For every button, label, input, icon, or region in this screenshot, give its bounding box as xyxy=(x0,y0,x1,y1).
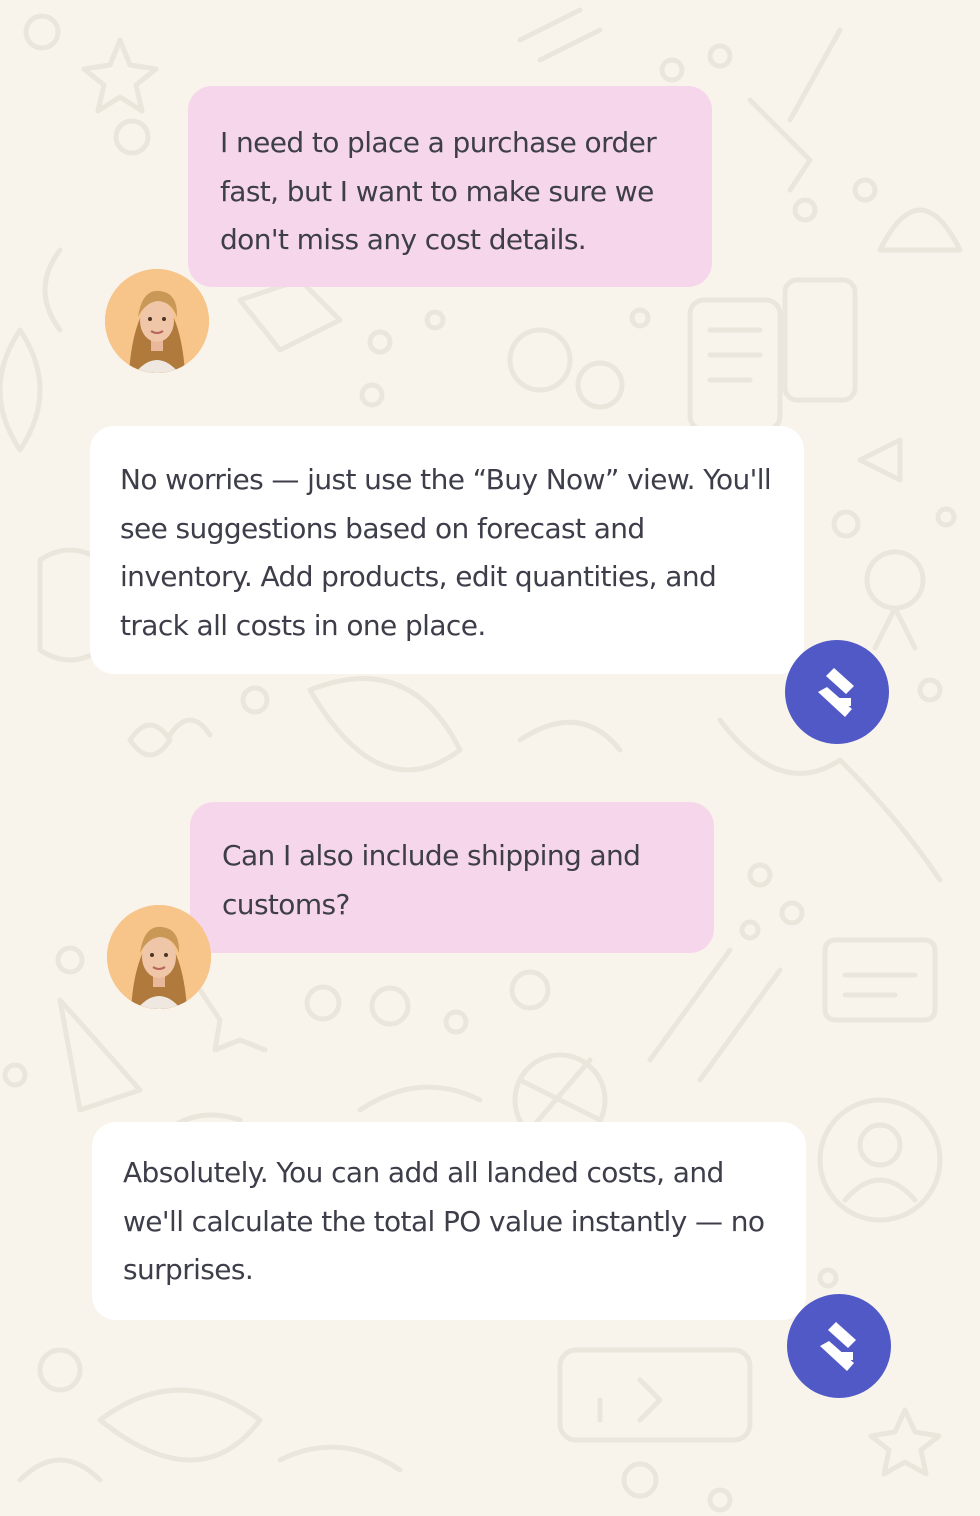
brand-logo-icon xyxy=(818,668,854,717)
chat-bubble-user: Can I also include shipping and customs? xyxy=(190,802,714,953)
brand-logo-icon xyxy=(820,1322,856,1371)
message-text: I need to place a purchase order fast, b… xyxy=(220,126,657,256)
message-text: Absolutely. You can add all landed costs… xyxy=(123,1156,765,1286)
user-avatar xyxy=(107,905,211,1009)
chat-bubble-bot: No worries — just use the “Buy Now” view… xyxy=(90,426,804,674)
bot-avatar xyxy=(785,640,889,744)
user-avatar xyxy=(105,269,209,373)
message-text: No worries — just use the “Buy Now” view… xyxy=(120,463,772,642)
bot-avatar xyxy=(787,1294,891,1398)
chat-bubble-bot: Absolutely. You can add all landed costs… xyxy=(92,1122,806,1320)
chat-bubble-user: I need to place a purchase order fast, b… xyxy=(188,86,712,287)
message-text: Can I also include shipping and customs? xyxy=(222,839,641,921)
